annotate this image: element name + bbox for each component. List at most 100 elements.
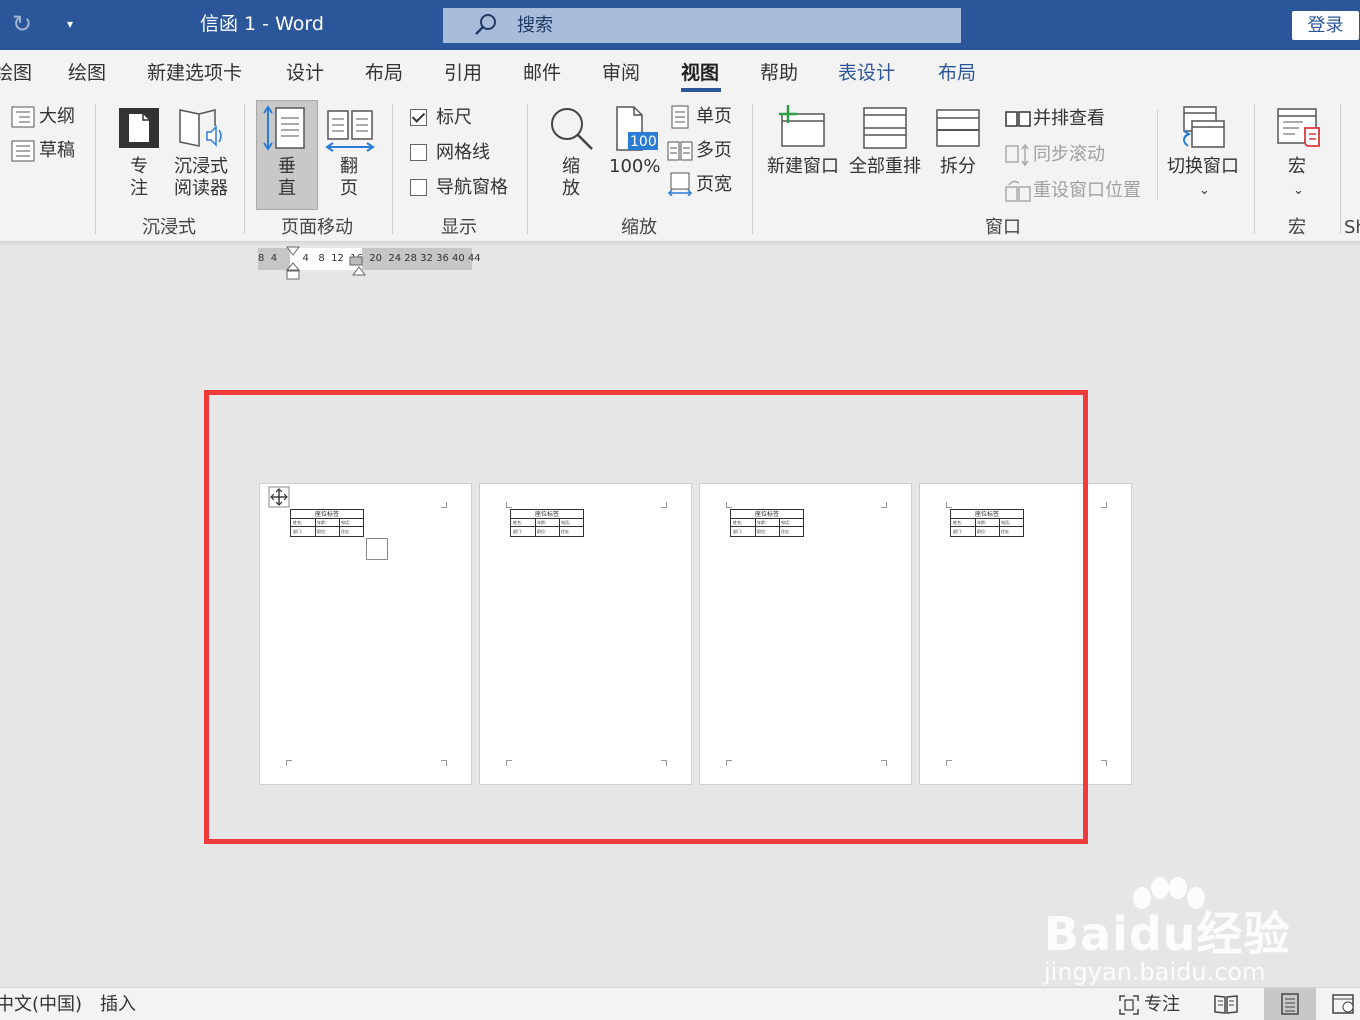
group-separator (1254, 104, 1255, 234)
tab-table-design[interactable]: 表设计 (838, 60, 895, 86)
margin-corner-mark (1101, 502, 1107, 508)
baidu-jingyan-watermark: Baidu经验 jingyan.baidu.com (1040, 876, 1300, 986)
inner-separator (1157, 110, 1158, 200)
sync-scroll-icon (1005, 143, 1029, 167)
print-layout-icon (1281, 993, 1299, 1015)
group-label-zoom: 缩放 (621, 217, 657, 238)
focus-mode-icon (1119, 995, 1139, 1015)
zoom-100-icon-text: 100 (630, 134, 657, 150)
insert-mode-indicator[interactable]: 插入 (100, 993, 136, 1017)
group-label-immersive: 沉浸式 (142, 217, 196, 238)
quick-access-dropdown-icon[interactable]: ▾ (60, 12, 80, 36)
switch-windows-button[interactable]: 切换窗口 (1167, 156, 1239, 178)
sync-scroll-button[interactable]: 同步滚动 (1033, 144, 1105, 166)
vertical-scroll-icon (263, 105, 305, 151)
indent-marker-icon[interactable] (286, 246, 300, 280)
reset-window-position-icon (1005, 180, 1031, 202)
status-bar: 中文(中国) 插入 专注 (0, 987, 1360, 1020)
gridlines-checkbox[interactable] (410, 144, 427, 161)
web-layout-icon (1332, 994, 1354, 1014)
ruler-checkbox[interactable] (410, 109, 427, 126)
multiple-pages-button[interactable]: 多页 (696, 140, 732, 162)
zoom-100-button[interactable]: 100% (609, 156, 660, 178)
macros-button[interactable]: 宏 (1288, 156, 1306, 178)
group-label-show: 显示 (441, 217, 477, 238)
reset-window-position-button[interactable]: 重设窗口位置 (1033, 180, 1141, 202)
tab-draw-partial[interactable]: 绘图 (0, 60, 32, 86)
zoom-icon (551, 108, 593, 150)
group-separator (244, 104, 245, 234)
arrange-all-icon (863, 107, 907, 149)
web-layout-button[interactable] (1324, 988, 1360, 1020)
macros-icon (1277, 108, 1320, 147)
group-label-sharepoint-partial: Sh (1344, 217, 1360, 238)
outline-button[interactable]: 大纲 (39, 106, 75, 128)
new-window-icon (779, 105, 825, 147)
group-separator (527, 104, 528, 234)
focus-button[interactable]: 专 注 (123, 156, 155, 200)
language-indicator[interactable]: 中文(中国) (0, 993, 82, 1017)
focus-icon (119, 108, 159, 148)
ribbon-shadow (0, 242, 1360, 246)
navigation-pane-label: 导航窗格 (436, 177, 508, 198)
immersive-reader-icon (179, 109, 222, 147)
tab-mailings[interactable]: 邮件 (523, 60, 561, 86)
one-page-button[interactable]: 单页 (696, 106, 732, 128)
split-icon (936, 109, 980, 147)
one-page-icon (671, 105, 689, 129)
redo-icon[interactable]: ↻ (12, 10, 40, 38)
page-width-button[interactable]: 页宽 (696, 174, 732, 196)
group-label-page-movement: 页面移动 (281, 217, 353, 238)
group-separator (95, 104, 96, 234)
zoom-button[interactable]: 缩 放 (555, 156, 587, 200)
switch-windows-chevron-down-icon[interactable]: ⌄ (1199, 180, 1210, 202)
highlight-frame (204, 390, 1088, 844)
search-box[interactable]: 搜索 (443, 8, 961, 43)
view-side-by-side-icon (1005, 111, 1031, 127)
login-button[interactable]: 登录 (1292, 11, 1359, 40)
active-tab-indicator (681, 88, 721, 92)
tab-draw[interactable]: 绘图 (68, 60, 106, 86)
group-label-macros: 宏 (1288, 217, 1306, 238)
vertical-button[interactable]: 垂 直 (271, 156, 303, 200)
gridlines-label: 网格线 (436, 142, 490, 163)
draft-button[interactable]: 草稿 (39, 140, 75, 162)
outline-icon (11, 106, 35, 128)
right-indent-marker-icon[interactable] (349, 256, 367, 276)
tab-review[interactable]: 审阅 (602, 60, 640, 86)
margin-corner-mark (1101, 760, 1107, 766)
tab-table-layout[interactable]: 布局 (938, 60, 976, 86)
ribbon-tabs: 绘图 绘图 新建选项卡 设计 布局 引用 邮件 审阅 视图 帮助 表设计 布局 (0, 50, 1360, 96)
group-separator (392, 104, 393, 234)
view-side-by-side-button[interactable]: 并排查看 (1033, 108, 1105, 130)
arrange-all-button[interactable]: 全部重排 (849, 156, 921, 178)
read-mode-icon (1214, 995, 1238, 1014)
tab-help[interactable]: 帮助 (760, 60, 798, 86)
group-separator (752, 104, 753, 234)
tab-design[interactable]: 设计 (286, 60, 324, 86)
draft-icon (11, 140, 35, 162)
side-to-side-button[interactable]: 翻 页 (333, 156, 365, 200)
page-width-icon (667, 172, 693, 196)
tab-view[interactable]: 视图 (681, 60, 719, 86)
tab-new-tab[interactable]: 新建选项卡 (147, 60, 242, 86)
watermark-url: jingyan.baidu.com (1044, 958, 1266, 986)
switch-windows-icon (1183, 106, 1225, 148)
navigation-pane-checkbox[interactable] (410, 179, 427, 196)
immersive-reader-button[interactable]: 沉浸式 阅读器 (168, 156, 234, 200)
document-title: 信函 1 - Word (200, 13, 324, 35)
group-separator (1340, 104, 1341, 234)
split-button[interactable]: 拆分 (940, 156, 976, 178)
new-window-button[interactable]: 新建窗口 (767, 156, 839, 178)
tab-references[interactable]: 引用 (444, 60, 482, 86)
print-layout-button[interactable] (1264, 988, 1316, 1020)
multiple-pages-icon (667, 141, 693, 161)
read-mode-button[interactable] (1204, 988, 1248, 1020)
title-bar: ↻ ▾ 信函 1 - Word 搜索 登录 (0, 0, 1360, 50)
search-placeholder: 搜索 (517, 15, 553, 36)
tab-layout[interactable]: 布局 (365, 60, 403, 86)
ruler-label: 标尺 (436, 107, 472, 128)
focus-mode-button[interactable]: 专注 (1144, 993, 1180, 1017)
search-icon (475, 14, 496, 35)
macros-chevron-down-icon[interactable]: ⌄ (1293, 180, 1304, 202)
